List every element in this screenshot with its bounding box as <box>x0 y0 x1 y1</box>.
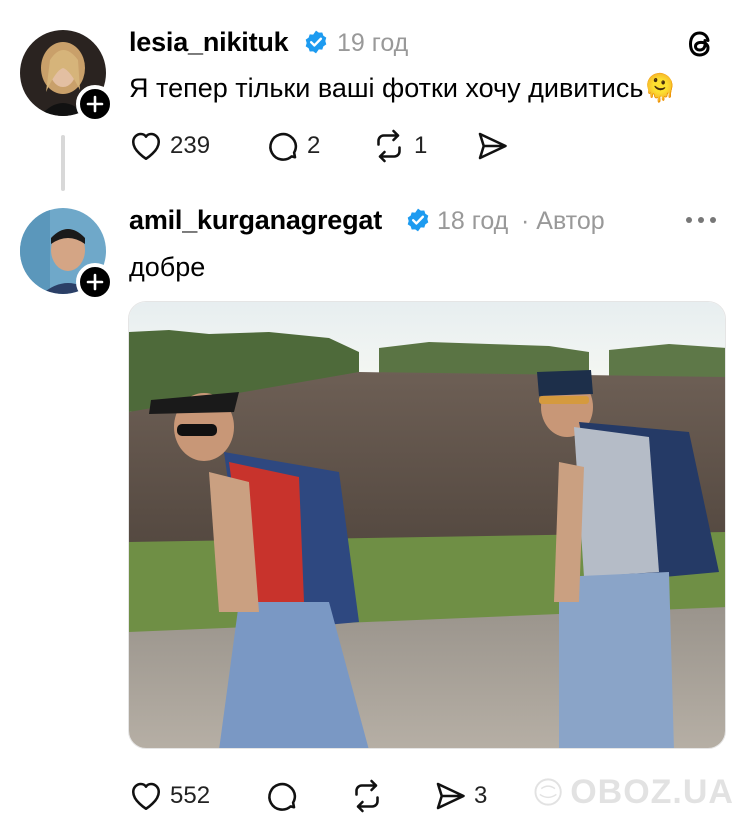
send-icon <box>478 132 507 160</box>
melting-face-emoji: 🫠 <box>643 73 678 103</box>
post-amil: amil_kurganagregat 18 год · Автор добре <box>0 195 750 838</box>
threads-logo-icon[interactable] <box>686 28 716 60</box>
post-time: 18 год <box>437 207 509 235</box>
share-button[interactable]: 3 <box>432 778 487 814</box>
post-time: 19 год <box>337 29 409 57</box>
comment-bubble-icon <box>268 782 297 811</box>
verified-badge-icon <box>407 208 429 232</box>
heart-icon <box>131 782 161 811</box>
repost-button[interactable]: 1 <box>370 128 427 164</box>
comment-button[interactable]: 2 <box>265 128 320 164</box>
repost-button[interactable] <box>348 778 386 814</box>
verified-badge-icon <box>305 30 327 54</box>
username[interactable]: lesia_nikituk <box>129 27 289 58</box>
repost-icon <box>355 779 379 813</box>
author-label: · Автор <box>521 207 605 235</box>
repost-count: 1 <box>414 132 428 159</box>
share-button[interactable] <box>474 128 510 164</box>
thread-line <box>61 135 65 191</box>
repost-icon <box>377 129 401 163</box>
comment-button[interactable] <box>264 778 300 814</box>
globe-icon <box>534 778 562 806</box>
like-button[interactable]: 552 <box>128 778 210 814</box>
post-text: добре <box>129 252 206 282</box>
post-photo[interactable] <box>128 301 726 749</box>
post-text-content: Я тепер тільки ваші фотки хочу дивитись <box>129 73 644 103</box>
follow-plus-icon[interactable] <box>76 85 114 123</box>
follow-plus-icon[interactable] <box>76 263 114 301</box>
username[interactable]: amil_kurganagregat <box>129 205 382 236</box>
send-icon <box>436 782 465 810</box>
post-text: Я тепер тільки ваші фотки хочу дивитись🫠 <box>129 72 677 104</box>
oboz-watermark: OBOZ.UA <box>534 759 734 825</box>
comment-bubble-icon <box>269 132 298 161</box>
comment-count: 2 <box>307 132 321 159</box>
like-count: 239 <box>170 132 211 159</box>
heart-icon <box>131 132 161 161</box>
more-dots-icon[interactable] <box>684 215 718 225</box>
watermark-text: OBOZ.UA <box>570 772 734 811</box>
post-lesia: lesia_nikituk 19 год Я тепер тільки ваші… <box>0 0 750 200</box>
share-count: 3 <box>474 782 488 809</box>
like-button[interactable]: 239 <box>128 128 210 164</box>
like-count: 552 <box>170 782 211 809</box>
